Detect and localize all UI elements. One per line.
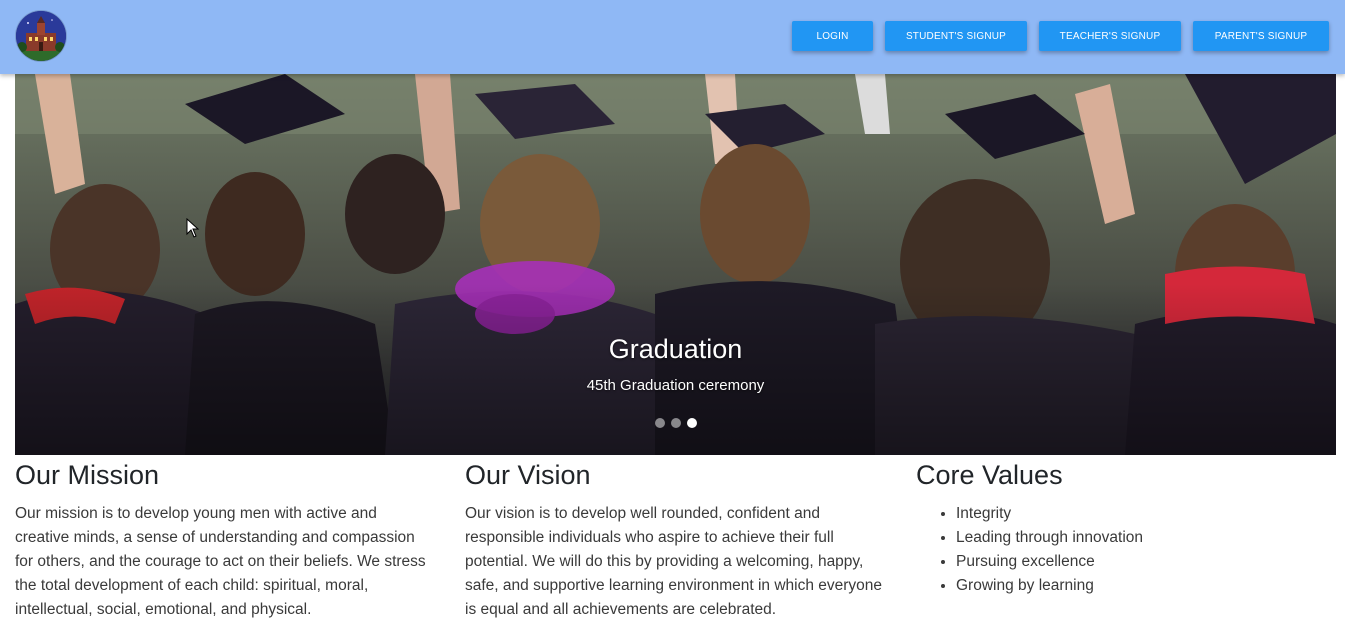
carousel-indicators bbox=[15, 418, 1336, 428]
core-values-title: Core Values bbox=[916, 460, 1063, 490]
vision-title: Our Vision bbox=[465, 460, 591, 490]
vision-section: Our Vision Our vision is to develop well… bbox=[465, 460, 885, 622]
list-item: Pursuing excellence bbox=[956, 550, 1336, 574]
carousel-indicator-active[interactable] bbox=[686, 418, 697, 428]
graduation-photo bbox=[15, 74, 1336, 455]
list-item: Leading through innovation bbox=[956, 526, 1336, 550]
core-values-section: Core Values Integrity Leading through in… bbox=[916, 460, 1336, 598]
image-carousel[interactable]: Graduation 45th Graduation ceremony bbox=[15, 74, 1336, 455]
teacher-signup-button[interactable]: TEACHER'S SIGNUP bbox=[1039, 21, 1181, 51]
student-signup-button[interactable]: STUDENT'S SIGNUP bbox=[885, 21, 1027, 51]
carousel-indicator[interactable] bbox=[670, 418, 681, 428]
mission-text: Our mission is to develop young men with… bbox=[15, 505, 426, 618]
school-logo-icon[interactable] bbox=[16, 11, 66, 61]
mission-title: Our Mission bbox=[15, 460, 160, 490]
slide-subtitle: 45th Graduation ceremony bbox=[586, 377, 765, 394]
list-item: Integrity bbox=[956, 502, 1336, 526]
vision-text: Our vision is to develop well rounded, c… bbox=[465, 505, 883, 618]
login-button[interactable]: LOGIN bbox=[792, 21, 873, 51]
navbar: LOGIN STUDENT'S SIGNUP TEACHER'S SIGNUP … bbox=[0, 0, 1345, 74]
slide-title: Graduation bbox=[608, 334, 743, 364]
carousel-indicator[interactable] bbox=[654, 418, 665, 428]
parent-signup-button[interactable]: PARENT'S SIGNUP bbox=[1193, 21, 1329, 51]
mission-section: Our Mission Our mission is to develop yo… bbox=[15, 460, 435, 622]
core-values-list: Integrity Leading through innovation Pur… bbox=[916, 502, 1336, 598]
list-item: Growing by learning bbox=[956, 574, 1336, 598]
mouse-cursor-icon bbox=[186, 218, 200, 238]
